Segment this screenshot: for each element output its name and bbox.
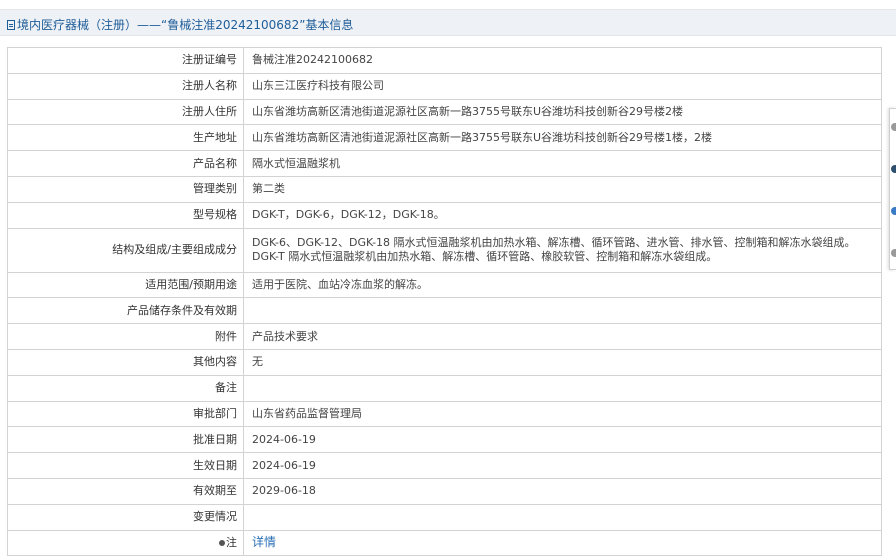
note-value-cell: 详情 <box>243 529 882 557</box>
row-value: 山东省药品监督管理局 <box>243 400 882 428</box>
row-value: 山东省潍坊高新区清池街道泥源社区高新一路3755号联东U谷潍坊科技创新谷29号楼… <box>243 124 882 152</box>
page-title: 境内医疗器械（注册）——“鲁械注准20242100682”基本信息 <box>7 16 353 33</box>
row-value: 无 <box>243 348 882 376</box>
side-tool-icon[interactable] <box>891 207 896 215</box>
side-toolbar[interactable] <box>889 108 896 270</box>
row-value <box>243 297 882 325</box>
table-row: 变更情况 <box>7 503 882 531</box>
row-value: 产品技术要求 <box>243 323 882 350</box>
table-row: 其他内容 无 <box>7 348 882 376</box>
row-label: 附件 <box>7 323 244 350</box>
row-label: 生产地址 <box>7 124 244 152</box>
page-title-text: 境内医疗器械（注册）——“鲁械注准20242100682”基本信息 <box>17 18 354 32</box>
table-row: 批准日期 2024-06-19 <box>7 426 882 454</box>
table-row: 备注 <box>7 374 882 402</box>
table-row: 注册证编号 鲁械注准20242100682 <box>7 47 882 74</box>
row-label: 产品名称 <box>7 150 244 177</box>
table-row: 生产地址 山东省潍坊高新区清池街道泥源社区高新一路3755号联东U谷潍坊科技创新… <box>7 124 882 152</box>
pin-icon <box>219 539 225 546</box>
note-label: 注 <box>226 535 237 549</box>
row-value: 适用于医院、血站冷冻血浆的解冻。 <box>243 271 882 299</box>
table-row: 型号规格 DGK-T，DGK-6，DGK-12，DGK-18。 <box>7 201 882 229</box>
table-row: 产品名称 隔水式恒温融浆机 <box>7 150 882 177</box>
row-label: 注册人名称 <box>7 72 244 100</box>
detail-table: 注册证编号 鲁械注准20242100682 注册人名称 山东三江医疗科技有限公司… <box>7 47 882 557</box>
table-row: 注册人名称 山东三江医疗科技有限公司 <box>7 72 882 100</box>
row-value <box>243 503 882 531</box>
document-icon <box>7 20 15 30</box>
row-label: 变更情况 <box>7 503 244 531</box>
row-value: 鲁械注准20242100682 <box>243 47 882 74</box>
row-value: 山东三江医疗科技有限公司 <box>243 72 882 100</box>
row-label: 备注 <box>7 374 244 402</box>
row-label: 注册人住所 <box>7 98 244 126</box>
row-value: 2024-06-19 <box>243 452 882 479</box>
table-row: 附件 产品技术要求 <box>7 323 882 350</box>
row-value: 2029-06-18 <box>243 477 882 505</box>
row-label: 结构及组成/主要组成成分 <box>7 227 244 273</box>
side-tool-icon[interactable] <box>891 123 896 131</box>
row-label: 有效期至 <box>7 477 244 505</box>
row-label: 生效日期 <box>7 452 244 479</box>
table-row: 适用范围/预期用途 适用于医院、血站冷冻血浆的解冻。 <box>7 271 882 299</box>
row-value: DGK-6、DGK-12、DGK-18 隔水式恒温融浆机由加热水箱、解冻槽、循环… <box>243 227 882 273</box>
row-label: 批准日期 <box>7 426 244 454</box>
side-tool-icon[interactable] <box>891 249 896 257</box>
table-row: 注册人住所 山东省潍坊高新区清池街道泥源社区高新一路3755号联东U谷潍坊科技创… <box>7 98 882 126</box>
row-value: DGK-T，DGK-6，DGK-12，DGK-18。 <box>243 201 882 229</box>
table-row: 产品储存条件及有效期 <box>7 297 882 325</box>
row-label: 审批部门 <box>7 400 244 428</box>
table-row: 生效日期 2024-06-19 <box>7 452 882 479</box>
table-row: 有效期至 2029-06-18 <box>7 477 882 505</box>
row-value <box>243 374 882 402</box>
row-value: 隔水式恒温融浆机 <box>243 150 882 177</box>
row-value: 第二类 <box>243 175 882 203</box>
page-header: 境内医疗器械（注册）——“鲁械注准20242100682”基本信息 <box>0 9 896 36</box>
row-label: 其他内容 <box>7 348 244 376</box>
row-label: 管理类别 <box>7 175 244 203</box>
row-label: 型号规格 <box>7 201 244 229</box>
table-row-note: 注 详情 <box>7 529 882 557</box>
row-label: 注册证编号 <box>7 47 244 74</box>
row-label: 适用范围/预期用途 <box>7 271 244 299</box>
table-row: 管理类别 第二类 <box>7 175 882 203</box>
details-link[interactable]: 详情 <box>252 535 276 549</box>
table-row: 结构及组成/主要组成成分 DGK-6、DGK-12、DGK-18 隔水式恒温融浆… <box>7 227 882 273</box>
note-label-cell: 注 <box>7 529 244 557</box>
row-value: 山东省潍坊高新区清池街道泥源社区高新一路3755号联东U谷潍坊科技创新谷29号楼… <box>243 98 882 126</box>
side-tool-icon[interactable] <box>891 165 896 173</box>
row-value: 2024-06-19 <box>243 426 882 454</box>
row-label: 产品储存条件及有效期 <box>7 297 244 325</box>
table-row: 审批部门 山东省药品监督管理局 <box>7 400 882 428</box>
